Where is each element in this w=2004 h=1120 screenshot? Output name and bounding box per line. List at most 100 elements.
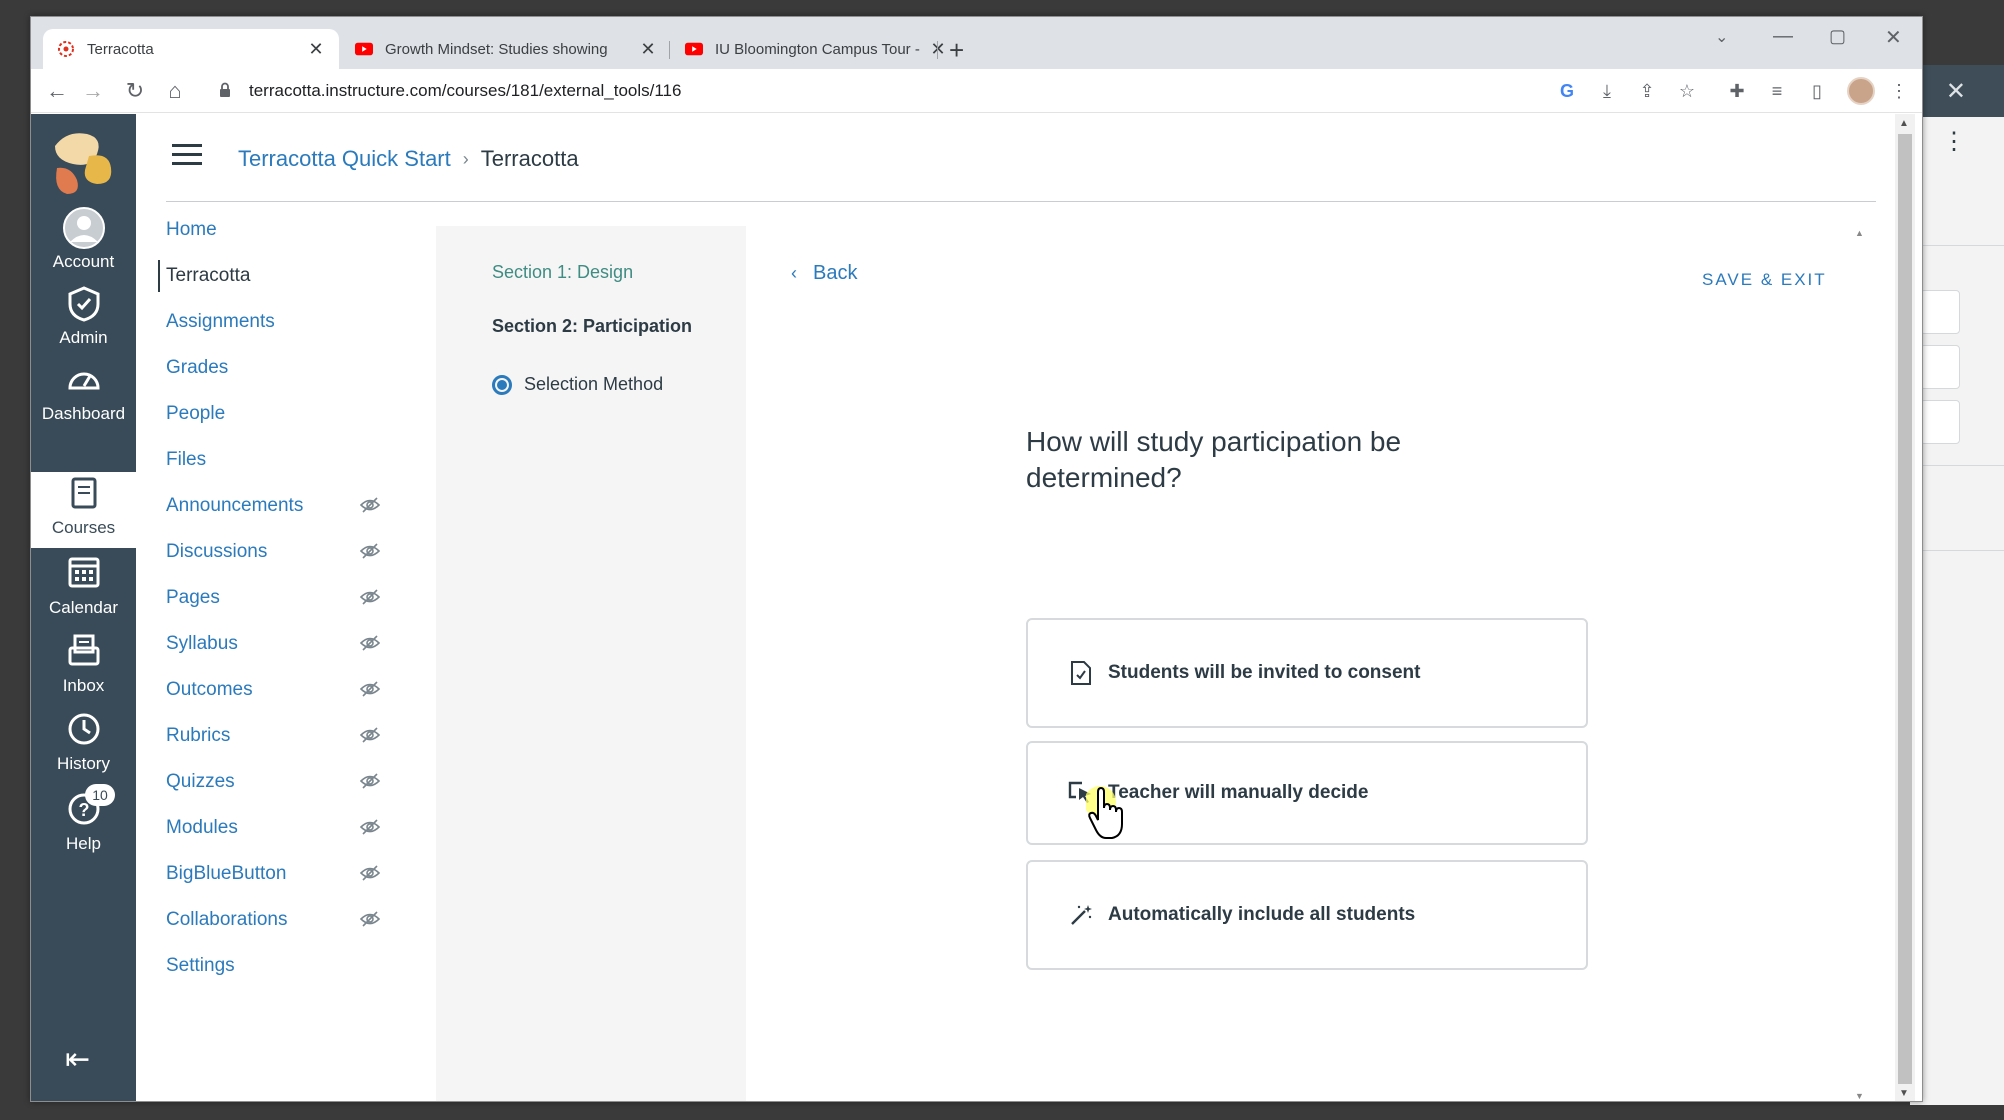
collapse-nav-icon[interactable]: ⇤ — [65, 1042, 90, 1077]
course-nav-home[interactable]: Home — [166, 214, 381, 246]
background-window: ✕ ⋮ — [1910, 65, 2004, 1105]
breadcrumb-current: Terracotta — [480, 146, 579, 171]
canvas-page: Account Admin Dashboard Courses Calendar… — [31, 114, 1922, 1101]
course-nav-people[interactable]: People — [166, 398, 381, 430]
course-nav-settings[interactable]: Settings — [166, 950, 381, 982]
back-arrow-icon[interactable]: ← — [43, 77, 71, 105]
new-tab-button[interactable]: + — [949, 35, 964, 66]
share-icon[interactable]: ⇪ — [1635, 79, 1659, 103]
shield-icon — [31, 286, 136, 322]
media-icon[interactable]: ≡ — [1765, 79, 1789, 103]
eye-slash-icon — [359, 542, 381, 566]
chevron-left-icon: ‹ — [791, 263, 797, 283]
course-nav-syllabus[interactable]: Syllabus — [166, 628, 381, 660]
global-nav-inbox[interactable]: Inbox — [31, 634, 136, 710]
global-nav-admin[interactable]: Admin — [31, 280, 136, 356]
home-icon[interactable]: ⌂ — [161, 77, 189, 105]
save-exit-button[interactable]: SAVE & EXIT — [1702, 270, 1827, 290]
extensions-icon[interactable]: ✚ — [1725, 79, 1749, 103]
url-text: terracotta.instructure.com/courses/181/e… — [249, 81, 682, 100]
star-icon[interactable]: ☆ — [1675, 79, 1699, 103]
scrollbar-thumb[interactable] — [1898, 134, 1912, 1084]
course-nav-discussions[interactable]: Discussions — [166, 536, 381, 568]
course-nav-files[interactable]: Files — [166, 444, 381, 476]
minimize-button[interactable]: — — [1773, 25, 1793, 48]
magic-wand-icon — [1066, 903, 1096, 927]
course-nav-modules[interactable]: Modules — [166, 812, 381, 844]
book-icon — [31, 476, 136, 510]
course-nav-assignments[interactable]: Assignments — [166, 306, 381, 338]
step-section-participation: Section 2: Participation — [492, 316, 693, 336]
tab-search-icon[interactable]: ⌄ — [1715, 27, 1728, 47]
tab-terracotta[interactable]: Terracotta ✕ — [43, 29, 339, 69]
tab-growth-mindset[interactable]: Growth Mindset: Studies showing ✕ — [341, 29, 671, 69]
course-nav-quizzes[interactable]: Quizzes — [166, 766, 381, 798]
maximize-button[interactable]: ▢ — [1829, 26, 1846, 47]
option-invite-consent[interactable]: Students will be invited to consent — [1026, 618, 1588, 728]
global-nav-help[interactable]: ? 10 Help — [31, 784, 136, 868]
clock-icon — [31, 712, 136, 746]
download-icon[interactable]: ⤓ — [1595, 79, 1619, 103]
eye-slash-icon — [359, 772, 381, 796]
google-icon[interactable]: G — [1555, 79, 1579, 103]
steps-panel: Section 1: Design Section 2: Participati… — [436, 226, 746, 1101]
course-header: Terracotta Quick Start › Terracotta — [166, 114, 1876, 202]
reload-icon[interactable]: ↻ — [121, 77, 149, 105]
breadcrumb: Terracotta Quick Start › Terracotta — [238, 146, 579, 172]
global-nav-account[interactable]: Account — [31, 200, 136, 276]
back-link[interactable]: ‹ Back — [791, 262, 857, 285]
address-bar[interactable]: terracotta.instructure.com/courses/181/e… — [209, 74, 1609, 108]
step-section-design[interactable]: Section 1: Design — [492, 262, 633, 283]
course-nav-rubrics[interactable]: Rubrics — [166, 720, 381, 752]
tab-title: Growth Mindset: Studies showing — [385, 40, 608, 58]
inbox-icon — [31, 634, 136, 666]
close-icon: ✕ — [1945, 78, 1966, 105]
eye-slash-icon — [359, 588, 381, 612]
global-nav-calendar[interactable]: Calendar — [31, 554, 136, 630]
course-nav-pages[interactable]: Pages — [166, 582, 381, 614]
side-panel-icon[interactable]: ▯ — [1805, 79, 1829, 103]
document-check-icon — [1066, 660, 1096, 686]
content-scrollbar[interactable]: ▲ ▼ — [1853, 226, 1867, 1101]
forward-arrow-icon[interactable]: → — [79, 77, 107, 105]
option-include-all[interactable]: Automatically include all students — [1026, 860, 1588, 970]
course-nav-announcements[interactable]: Announcements — [166, 490, 381, 522]
hamburger-menu-button[interactable] — [172, 144, 202, 171]
course-nav-terracotta[interactable]: Terracotta — [158, 260, 373, 292]
close-tab-icon[interactable]: ✕ — [929, 39, 947, 60]
browser-window: Terracotta ✕ Growth Mindset: Studies sho… — [30, 16, 1923, 1102]
global-nav-courses[interactable]: Courses — [31, 472, 136, 548]
main-content: ‹ Back SAVE & EXIT How will study partic… — [746, 226, 1886, 1101]
lock-icon — [219, 82, 231, 103]
terracotta-logo[interactable] — [47, 128, 119, 200]
chevron-right-icon: › — [462, 148, 469, 169]
avatar-icon — [31, 206, 136, 250]
youtube-icon — [685, 40, 703, 58]
close-tab-icon[interactable]: ✕ — [307, 39, 325, 60]
step-selection-method[interactable]: Selection Method — [492, 374, 663, 395]
tab-iu-tour[interactable]: IU Bloomington Campus Tour - Y ✕ — [671, 29, 961, 69]
breadcrumb-course-link[interactable]: Terracotta Quick Start — [238, 146, 451, 172]
canvas-logo-icon — [57, 40, 75, 58]
global-nav: Account Admin Dashboard Courses Calendar… — [31, 114, 136, 1101]
close-window-button[interactable]: ✕ — [1885, 25, 1902, 50]
course-nav-bigbluebutton[interactable]: BigBlueButton — [166, 858, 381, 890]
eye-slash-icon — [359, 496, 381, 520]
menu-icon[interactable]: ⋮ — [1887, 79, 1911, 103]
question-heading: How will study participation be determin… — [1026, 426, 1402, 493]
global-nav-dashboard[interactable]: Dashboard — [31, 358, 136, 434]
eye-slash-icon — [359, 910, 381, 934]
tab-strip: Terracotta ✕ Growth Mindset: Studies sho… — [31, 17, 1922, 69]
course-nav-grades[interactable]: Grades — [166, 352, 381, 384]
course-nav-collaborations[interactable]: Collaborations — [166, 904, 381, 936]
help-badge: 10 — [85, 784, 115, 806]
global-nav-history[interactable]: History — [31, 712, 136, 788]
eye-slash-icon — [359, 864, 381, 888]
profile-avatar[interactable] — [1847, 77, 1875, 105]
more-icon: ⋮ — [1942, 128, 1966, 155]
eye-slash-icon — [359, 726, 381, 750]
page-scrollbar[interactable]: ▲ ▼ — [1895, 114, 1915, 1101]
close-tab-icon[interactable]: ✕ — [639, 39, 657, 60]
eye-slash-icon — [359, 634, 381, 658]
course-nav-outcomes[interactable]: Outcomes — [166, 674, 381, 706]
